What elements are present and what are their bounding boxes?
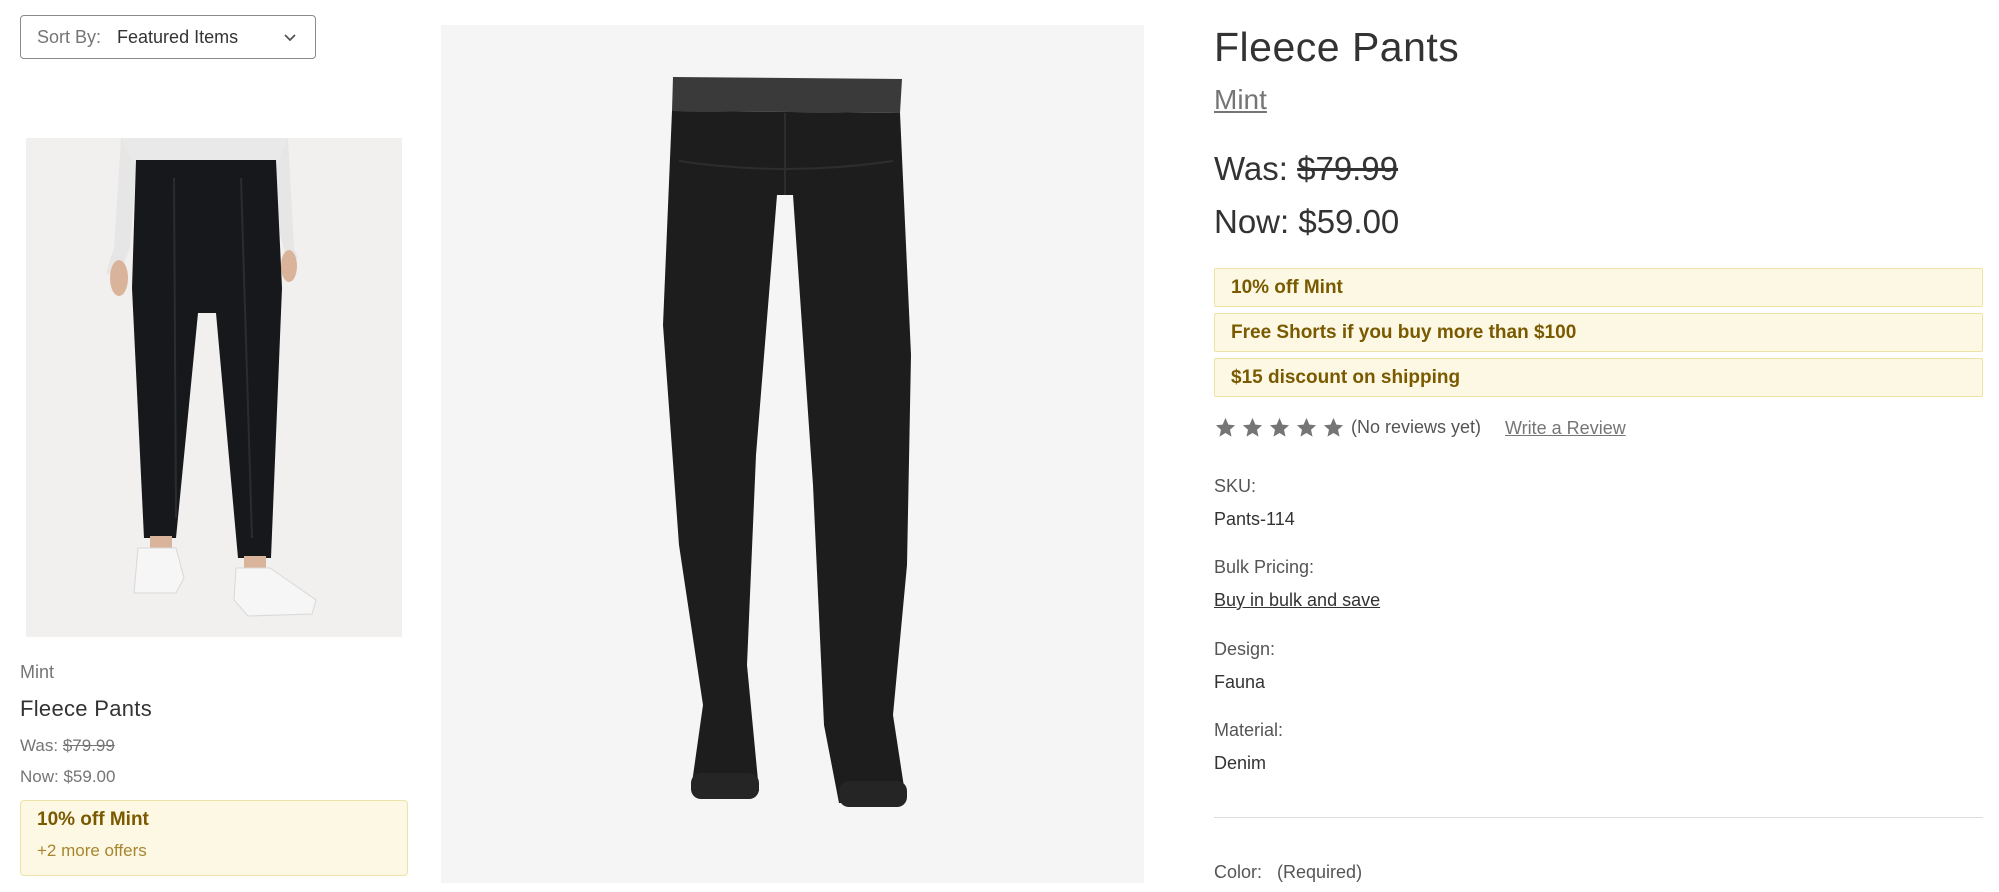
- material-label: Material:: [1214, 720, 1284, 740]
- design-value: Fauna: [1214, 672, 1266, 692]
- was-label: Was:: [1214, 150, 1288, 187]
- was-value: $79.99: [1297, 150, 1399, 187]
- card-promo-title: 10% off Mint: [37, 809, 149, 830]
- product-photo-model: [26, 138, 402, 637]
- promo-banner: $15 discount on shipping: [1214, 358, 1983, 397]
- card-was-price: Was: $79.99: [20, 736, 115, 756]
- page-title: Fleece Pants: [1214, 24, 1460, 70]
- card-was-value: $79.99: [62, 736, 115, 755]
- main-product-image[interactable]: [441, 25, 1144, 883]
- color-label: Color: (Required): [1214, 862, 1362, 883]
- write-review-link[interactable]: Write a Review: [1505, 418, 1626, 439]
- color-required: (Required): [1277, 862, 1363, 882]
- card-brand: Mint: [20, 662, 55, 682]
- sku-value: Pants-114: [1214, 509, 1295, 529]
- reviews-count: (No reviews yet): [1351, 417, 1482, 437]
- promo-banner: Free Shorts if you buy more than $100: [1214, 313, 1983, 352]
- star-icon: [1323, 417, 1344, 437]
- product-photo-pants-back: [441, 25, 1144, 883]
- sort-value: Featured Items: [117, 26, 239, 47]
- sort-label: Sort By:: [37, 26, 102, 47]
- bulk-pricing-link[interactable]: Buy in bulk and save: [1214, 590, 1380, 611]
- card-now-price: Now: $59.00: [20, 767, 116, 786]
- star-icon: [1242, 417, 1263, 437]
- rating-stars: [1214, 416, 1345, 439]
- card-was-label: Was:: [20, 736, 59, 755]
- sku-label: SKU:: [1214, 476, 1257, 496]
- star-icon: [1215, 417, 1236, 437]
- card-product-name[interactable]: Fleece Pants: [20, 696, 152, 722]
- material-value: Denim: [1214, 753, 1267, 773]
- was-price: Was: $79.99: [1214, 150, 1398, 188]
- chevron-down-icon: [284, 34, 296, 42]
- color-label-text: Color:: [1214, 862, 1263, 882]
- card-more-offers[interactable]: +2 more offers: [37, 841, 391, 861]
- bulk-pricing-label: Bulk Pricing:: [1214, 557, 1315, 577]
- card-promo-banner: 10% off Mint +2 more offers: [20, 800, 408, 876]
- design-label: Design:: [1214, 639, 1276, 659]
- promo-banner: 10% off Mint: [1214, 268, 1983, 307]
- now-price: Now: $59.00: [1214, 203, 1400, 240]
- star-icon: [1296, 417, 1317, 437]
- star-icon: [1269, 417, 1290, 437]
- divider: [1214, 817, 1983, 818]
- product-card-image[interactable]: [26, 138, 402, 637]
- brand-link[interactable]: Mint: [1214, 84, 1267, 116]
- sort-select[interactable]: Sort By: Featured Items: [20, 15, 316, 59]
